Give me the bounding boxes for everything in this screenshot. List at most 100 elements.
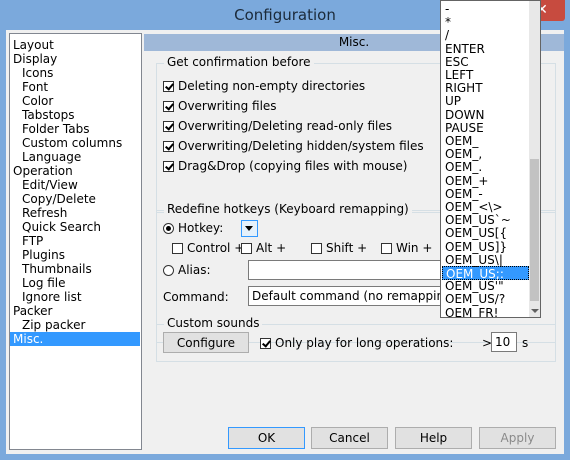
tree-item[interactable]: Layout	[10, 38, 54, 52]
dropdown-item[interactable]: /	[442, 28, 529, 42]
dropdown-item[interactable]: OEM_,	[442, 147, 529, 161]
shift-label: Shift +	[326, 241, 368, 255]
tree-item[interactable]: Ignore list	[10, 290, 82, 304]
dropdown-item[interactable]: ENTER	[442, 42, 529, 56]
dropdown-item[interactable]: OEM_US/?	[442, 292, 529, 306]
control-modifier[interactable]: Control +	[172, 240, 244, 256]
alias-radio-dot[interactable]	[163, 265, 174, 276]
alt-modifier[interactable]: Alt +	[241, 240, 286, 256]
command-label: Command:	[163, 290, 229, 304]
seconds-unit: s	[522, 336, 529, 350]
hotkeys-group-title: Redefine hotkeys (Keyboard remapping)	[164, 202, 412, 216]
dropdown-item[interactable]: OEM_.	[442, 160, 529, 174]
long-ops-label: Only play for long operations:	[275, 336, 454, 350]
tree-item[interactable]: Zip packer	[10, 318, 85, 332]
confirm-option[interactable]: Overwriting/Deleting hidden/system files	[163, 138, 424, 154]
tree-item[interactable]: Edit/View	[10, 178, 78, 192]
dropdown-item[interactable]: -	[442, 2, 529, 16]
win-modifier[interactable]: Win +	[381, 240, 432, 256]
dropdown-item[interactable]: OEM_FR!	[442, 306, 529, 317]
alias-input[interactable]	[248, 260, 448, 280]
confirmation-group-title: Get confirmation before	[164, 55, 314, 69]
dropdown-scroll-thumb[interactable]	[530, 159, 539, 301]
confirm-option-label: Overwriting files	[178, 99, 277, 113]
tree-item[interactable]: Plugins	[10, 248, 65, 262]
tree-item[interactable]: Operation	[10, 164, 73, 178]
dropdown-item[interactable]: UP	[442, 94, 529, 108]
confirm-option[interactable]: Overwriting/Deleting read-only files	[163, 118, 392, 134]
command-input[interactable]: Default command (no remapping)	[248, 286, 448, 306]
shift-checkbox[interactable]	[311, 243, 322, 254]
confirm-option[interactable]: Overwriting files	[163, 98, 277, 114]
confirm-option-label: Overwriting/Deleting hidden/system files	[178, 139, 424, 153]
tree-item[interactable]: Display	[10, 52, 57, 66]
tree-item[interactable]: Folder Tabs	[10, 122, 89, 136]
long-ops-checkbox[interactable]	[260, 338, 271, 349]
dropdown-item[interactable]: OEM_	[442, 134, 529, 148]
dropdown-item[interactable]: OEM_+	[442, 174, 529, 188]
dropdown-item[interactable]: *	[442, 15, 529, 29]
confirm-option[interactable]: Drag&Drop (copying files with mouse)	[163, 158, 407, 174]
tree-item[interactable]: Language	[10, 150, 81, 164]
dropdown-item[interactable]: OEM_US\|	[442, 253, 529, 267]
tree-item[interactable]: Color	[10, 94, 53, 108]
seconds-input[interactable]: 10	[491, 332, 517, 352]
configuration-window: Configuration ✕ Layout Display Icons Font Co…	[0, 0, 570, 460]
tree-item[interactable]: Refresh	[10, 206, 67, 220]
tree-item[interactable]: Icons	[10, 66, 53, 80]
tree-item[interactable]: Tabstops	[10, 108, 74, 122]
scroll-down-arrow-icon[interactable]	[530, 307, 539, 315]
dropdown-item[interactable]: OEM_US;:	[442, 266, 529, 281]
sounds-group-title: Custom sounds	[164, 316, 263, 330]
alt-checkbox[interactable]	[241, 243, 252, 254]
confirm-checkbox[interactable]	[163, 81, 174, 92]
tree-item[interactable]: Font	[10, 80, 48, 94]
tree-item[interactable]: Log file	[10, 276, 66, 290]
alias-label: Alias:	[178, 263, 211, 277]
hotkey-label: Hotkey:	[178, 221, 224, 235]
hotkey-radio[interactable]: Hotkey:	[163, 220, 223, 236]
win-checkbox[interactable]	[381, 243, 392, 254]
dropdown-item[interactable]: RIGHT	[442, 81, 529, 95]
dropdown-item[interactable]: LEFT	[442, 68, 529, 82]
configure-sounds-button[interactable]: Configure	[163, 332, 249, 353]
dropdown-item[interactable]: PAUSE	[442, 121, 529, 135]
shift-modifier[interactable]: Shift +	[311, 240, 367, 256]
help-button[interactable]: Help	[395, 427, 472, 449]
hotkey-radio-dot[interactable]	[163, 223, 174, 234]
dropdown-item[interactable]: OEM_-	[442, 187, 529, 201]
dropdown-item[interactable]: DOWN	[442, 108, 529, 122]
dropdown-item[interactable]: OEM_US]}	[442, 240, 529, 254]
settings-tree[interactable]: Layout Display Icons Font Color Tabstops Folde…	[9, 33, 142, 450]
confirm-checkbox[interactable]	[163, 101, 174, 112]
tree-item[interactable]: Thumbnails	[10, 262, 92, 276]
hotkey-dropdown-list[interactable]: OEM_FR! OEM_US/? OEM_US'" OEM_US;: OEM_US\| O…	[440, 0, 541, 318]
dropdown-scrollbar[interactable]	[529, 1, 540, 317]
long-ops-option[interactable]: Only play for long operations:	[260, 335, 453, 351]
confirm-option-label: Drag&Drop (copying files with mouse)	[178, 159, 408, 173]
tree-item[interactable]: Custom columns	[10, 136, 122, 150]
confirm-checkbox[interactable]	[163, 121, 174, 132]
hotkey-dropdown-button[interactable]	[241, 220, 258, 237]
alias-radio[interactable]: Alias:	[163, 262, 211, 278]
dropdown-item[interactable]: OEM_US'"	[442, 279, 529, 293]
alt-label: Alt +	[256, 241, 287, 255]
tree-item[interactable]: Quick Search	[10, 220, 101, 234]
tree-item[interactable]: FTP	[10, 234, 43, 248]
confirm-checkbox[interactable]	[163, 141, 174, 152]
control-checkbox[interactable]	[172, 243, 183, 254]
ok-button[interactable]: OK	[228, 427, 305, 449]
cancel-button[interactable]: Cancel	[311, 427, 388, 449]
dropdown-item[interactable]: OEM_US`~	[442, 213, 529, 227]
dropdown-item[interactable]: OEM_US[{	[442, 226, 529, 240]
tree-item[interactable]: Misc.	[10, 332, 140, 346]
dropdown-item[interactable]: OEM_<\>	[442, 200, 529, 214]
confirm-checkbox[interactable]	[163, 161, 174, 172]
control-label: Control +	[187, 241, 245, 255]
confirm-option[interactable]: Deleting non-empty directories	[163, 78, 365, 94]
confirm-option-label: Deleting non-empty directories	[178, 79, 366, 93]
tree-item[interactable]: Copy/Delete	[10, 192, 96, 206]
apply-button[interactable]: Apply	[479, 427, 556, 449]
tree-item[interactable]: Packer	[10, 304, 53, 318]
dropdown-item[interactable]: ESC	[442, 55, 529, 69]
